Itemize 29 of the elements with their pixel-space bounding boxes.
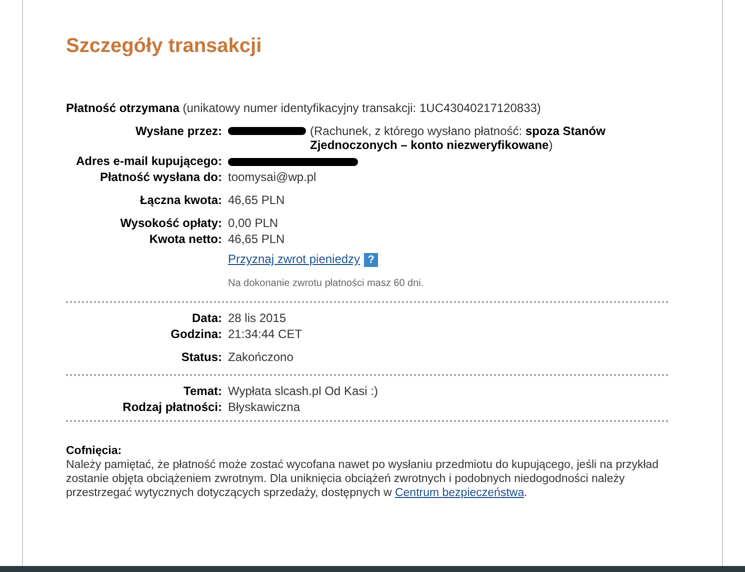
payment-summary: Płatność otrzymana (unikatowy numer identyfikacyjny transakcji: 1UC43040217120833) <box>66 101 542 116</box>
security-center-link[interactable]: Centrum bezpieczeństwa <box>394 486 524 499</box>
field-value: 0,00 PLN <box>228 216 280 230</box>
field-label: Rodzaj płatności: <box>122 400 222 414</box>
field-value: Błyskawiczna <box>228 400 302 414</box>
field-label: Adres e-mail kupującego: <box>74 154 222 168</box>
field-value: 21:34:44 CET <box>228 326 304 341</box>
field-label: Temat: <box>182 384 222 398</box>
field-value: 28 lis 2015 <box>228 310 288 325</box>
field-label: Kwota netto: <box>148 232 222 246</box>
field-value: 46,65 PLN <box>228 193 286 207</box>
field-label: Płatność wysłana do: <box>98 170 222 184</box>
field-label: Status: <box>180 350 222 364</box>
help-button[interactable]: ? <box>364 252 378 267</box>
field-value: toomysai@wp.pl <box>228 170 318 184</box>
refund-link[interactable]: Przyznaj zwrot pieniedzy <box>228 252 360 266</box>
field-label: Wysłane przez: <box>134 124 222 140</box>
field-value: 46,65 PLN <box>228 232 286 246</box>
notice-heading: Cofnięcia: <box>66 444 123 458</box>
field-label: Łączna kwota: <box>138 193 222 207</box>
field-label: Wysokość opłaty: <box>119 216 222 230</box>
field-label: Data: <box>190 310 222 325</box>
notice-text: Należy pamiętać, że płatność może zostać wycofana nawet po wysłaniu przedmiotu do kupującego, jeśli na przykład zostanie objęta obciążeniem zwrotnym. Dla uniknięcia obciążeń zwrotnych i podobnych niedogodności należy przestrzegać wytycznych dotyczących sprzedaży, dostępnych w Centrum bezpieczeństwa. <box>66 458 659 499</box>
account-note: (Rachunek, z którego wysłano płatność: spoza Stanów Zjednoczonych – konto niezweryfikowane) <box>310 124 606 152</box>
field-label: Godzina: <box>170 326 222 341</box>
field-value: Zakończono <box>228 350 294 364</box>
field-value: Wypłata slcash.pl Od Kasi :) <box>228 384 379 398</box>
page-title: Szczegóły transakcji <box>66 34 263 59</box>
refund-hint: Na dokonanie zwrotu płatności masz 60 dni. <box>228 276 425 291</box>
